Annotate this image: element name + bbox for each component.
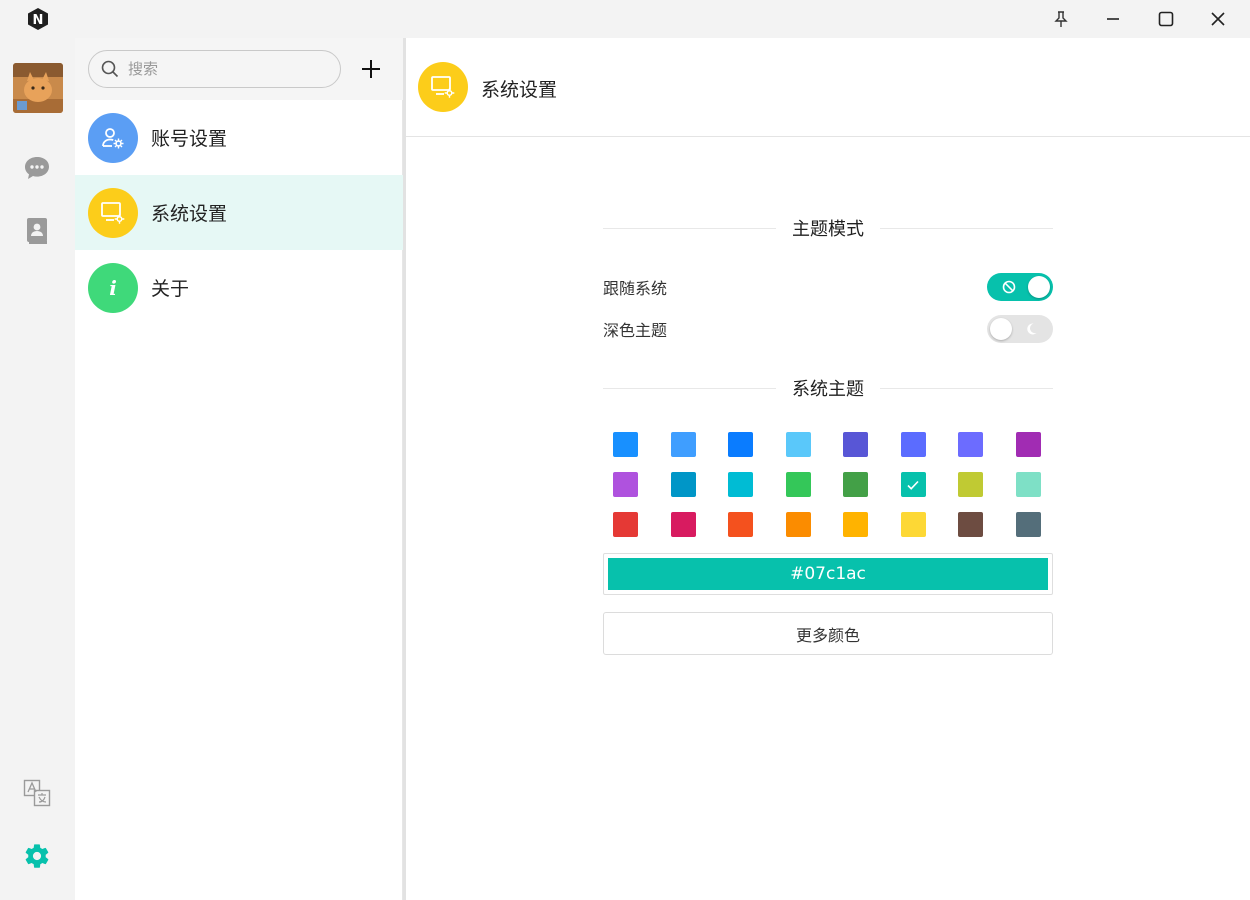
- color-swatch[interactable]: [1015, 432, 1041, 457]
- color-swatch[interactable]: [843, 472, 868, 497]
- chat-icon[interactable]: [22, 153, 52, 183]
- color-swatch[interactable]: [843, 432, 868, 457]
- toggle-knob: [1028, 276, 1050, 298]
- color-swatch[interactable]: [958, 432, 983, 457]
- list-item-system-settings[interactable]: 系统设置: [75, 175, 403, 250]
- moon-icon: [1023, 321, 1039, 337]
- nav-rail: [0, 38, 75, 900]
- system-settings-icon: [88, 187, 138, 238]
- close-icon: [1211, 12, 1225, 26]
- app-logo: N: [26, 7, 50, 31]
- system-theme-heading: 系统主题: [603, 373, 1053, 403]
- color-swatch[interactable]: [785, 432, 811, 457]
- current-color-value: #07c1ac: [608, 558, 1048, 590]
- search-icon: [101, 60, 119, 78]
- minimize-button[interactable]: [1087, 0, 1139, 38]
- title-bar: N: [0, 0, 1250, 38]
- plus-icon: [362, 60, 380, 78]
- list-toolbar: [75, 38, 403, 100]
- add-button[interactable]: [358, 56, 384, 82]
- info-icon: i: [88, 262, 138, 313]
- color-swatch[interactable]: [1015, 472, 1041, 497]
- color-swatch[interactable]: [785, 472, 811, 497]
- page-title: 系统设置: [481, 79, 558, 101]
- svg-text:i: i: [109, 276, 117, 300]
- pin-button[interactable]: [1035, 0, 1087, 38]
- maximize-button[interactable]: [1140, 0, 1192, 38]
- list-item-about[interactable]: i 关于: [75, 250, 403, 325]
- list-item-label: 账号设置: [151, 128, 228, 150]
- color-swatch[interactable]: [900, 512, 926, 537]
- settings-list-panel: 账号设置 系统设置 i 关于: [75, 38, 403, 900]
- svg-text:N: N: [33, 13, 44, 28]
- content-header: 系统设置: [406, 38, 1250, 137]
- search-input[interactable]: [126, 59, 316, 79]
- color-swatch[interactable]: [728, 472, 753, 497]
- color-swatch[interactable]: [670, 432, 696, 457]
- color-swatch[interactable]: [900, 432, 926, 457]
- list-item-label: 关于: [151, 278, 190, 300]
- contacts-icon[interactable]: [22, 216, 52, 246]
- settings-gear-icon[interactable]: [22, 841, 52, 871]
- color-swatch[interactable]: [958, 472, 983, 497]
- block-icon: [1001, 279, 1017, 295]
- color-swatch[interactable]: [900, 472, 926, 497]
- color-swatch[interactable]: [1015, 512, 1041, 537]
- color-swatch[interactable]: [613, 512, 638, 537]
- color-swatch[interactable]: [613, 432, 638, 457]
- account-settings-icon: [88, 112, 138, 163]
- minimize-icon: [1107, 18, 1119, 20]
- color-swatch[interactable]: [728, 432, 753, 457]
- translate-icon[interactable]: [22, 778, 52, 808]
- dark-theme-toggle[interactable]: [987, 315, 1053, 343]
- dark-theme-row: 深色主题: [603, 314, 1053, 344]
- close-button[interactable]: [1192, 0, 1244, 38]
- follow-system-label: 跟随系统: [603, 279, 668, 298]
- search-box[interactable]: [88, 50, 341, 88]
- pin-icon: [1054, 11, 1068, 27]
- more-colors-button[interactable]: 更多颜色: [603, 612, 1053, 655]
- follow-system-toggle[interactable]: [987, 273, 1053, 301]
- list-item-account-settings[interactable]: 账号设置: [75, 100, 403, 175]
- maximize-icon: [1158, 11, 1174, 27]
- check-icon: [907, 480, 919, 490]
- color-swatch[interactable]: [785, 512, 811, 537]
- dark-theme-label: 深色主题: [603, 321, 668, 340]
- color-swatch[interactable]: [958, 512, 983, 537]
- toggle-knob: [990, 318, 1012, 340]
- color-swatch[interactable]: [670, 472, 696, 497]
- main-content: 系统设置 主题模式 跟随系统 深色主题 系统主题 #07c1ac 更多颜色: [406, 38, 1250, 900]
- user-avatar[interactable]: [13, 63, 63, 113]
- color-swatch[interactable]: [728, 512, 753, 537]
- theme-mode-heading: 主题模式: [603, 213, 1053, 243]
- color-swatch[interactable]: [670, 512, 696, 537]
- follow-system-row: 跟随系统: [603, 272, 1053, 302]
- list-item-label: 系统设置: [151, 203, 228, 225]
- system-settings-icon: [418, 62, 468, 112]
- current-color-field[interactable]: #07c1ac: [603, 553, 1053, 595]
- color-swatch[interactable]: [843, 512, 868, 537]
- color-swatch[interactable]: [613, 472, 638, 497]
